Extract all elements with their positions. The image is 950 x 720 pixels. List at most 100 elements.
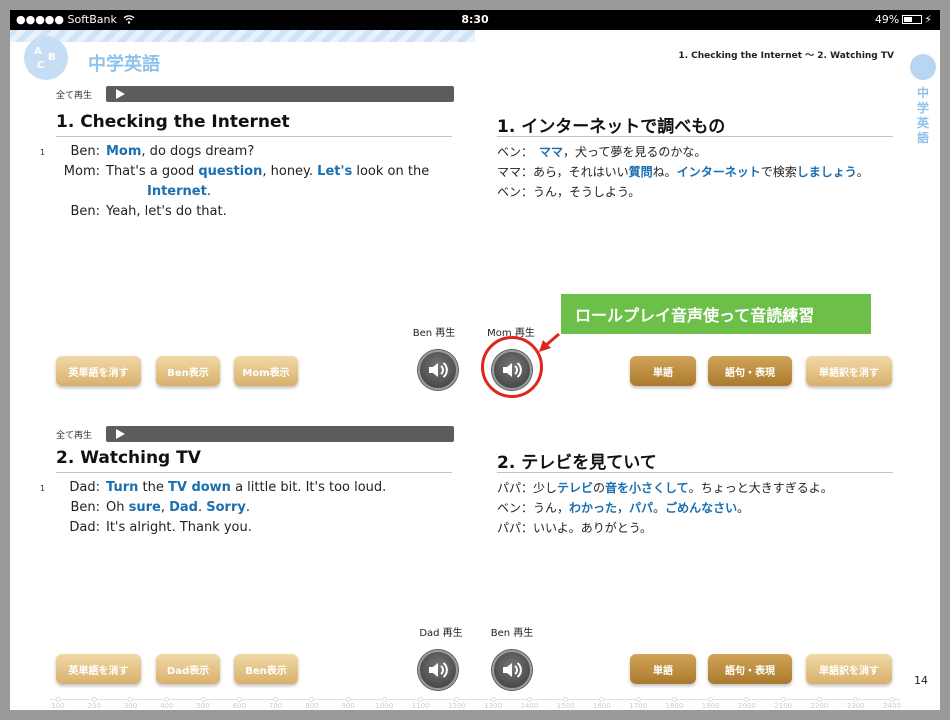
highlight-ring (481, 336, 543, 398)
scrubber-tick[interactable]: 1100 (401, 696, 441, 710)
chapter-range: 1. Checking the Internet ～ 2. Watching T… (678, 51, 894, 61)
scrubber-tick[interactable]: 1400 (509, 696, 549, 710)
vocab-word[interactable]: 音を小さくして (605, 481, 689, 495)
scrubber-tick[interactable]: 1300 (473, 696, 513, 710)
words-button[interactable]: 単語 (630, 654, 696, 684)
ben-play-label: Ben 再生 (490, 628, 534, 639)
scrubber-tick[interactable]: 700 (256, 696, 296, 710)
scrubber-tick[interactable]: 1000 (364, 696, 404, 710)
scrubber-tick[interactable]: 2000 (727, 696, 767, 710)
section1-title-en: 1. Checking the Internet (56, 112, 290, 132)
phrases-button[interactable]: 語句・表現 (708, 356, 792, 386)
vocab-word[interactable]: しましょう (797, 165, 857, 179)
scrubber-tick[interactable]: 1900 (691, 696, 731, 710)
page-number: 14 (914, 674, 928, 687)
vocab-word[interactable]: sure (129, 500, 161, 515)
ben-play-button[interactable] (418, 350, 458, 390)
vocab-word[interactable]: Mom (106, 144, 141, 159)
vocab-word[interactable]: テレビ (557, 481, 593, 495)
dialogue-text: Oh (106, 500, 129, 515)
dialogue-text: ね。 (652, 165, 677, 179)
show-dad-button[interactable]: Dad表示 (156, 654, 220, 684)
dialogue-text: の (593, 481, 606, 495)
scrubber-tick[interactable]: 2300 (836, 696, 876, 710)
dad-play-label: Dad 再生 (419, 628, 463, 639)
dialogue-text: ベン： (497, 145, 540, 159)
vocab-word[interactable]: インターネット (677, 165, 761, 179)
clock: 8:30 (461, 13, 489, 26)
dialogue-text: , honey. (262, 164, 318, 179)
title-divider (497, 136, 893, 137)
vocab-word[interactable]: ごめんなさい (665, 501, 737, 515)
speaker-name: Mom: (63, 164, 100, 179)
speaker-icon (429, 662, 448, 678)
scrubber-tick[interactable]: 800 (292, 696, 332, 710)
dialogue-text: . (206, 184, 211, 199)
show-ben-button[interactable]: Ben表示 (156, 356, 220, 386)
vocab-word[interactable]: ママ (539, 145, 563, 159)
scrubber-tick[interactable]: 2100 (763, 696, 803, 710)
vocab-word[interactable]: TV down (168, 480, 231, 495)
scrubber-tick[interactable]: 1500 (546, 696, 586, 710)
vocab-word[interactable]: Internet (147, 184, 207, 199)
dialogue-line-ja: ベン：うん，そうしよう。 (497, 182, 869, 202)
vocab-word[interactable]: わかった (569, 501, 617, 515)
scrubber-tick[interactable]: 400 (147, 696, 187, 710)
section2-title-en: 2. Watching TV (56, 448, 201, 468)
dialogue-text: Yeah, let's do that. (106, 204, 227, 219)
vocab-word[interactable]: Sorry (206, 500, 246, 515)
scrubber-tick[interactable]: 500 (183, 696, 223, 710)
vocab-word[interactable]: Let's (317, 164, 352, 179)
hide-english-words-button[interactable]: 英単語を消す (56, 356, 141, 386)
vocab-word[interactable]: Dad (169, 500, 198, 515)
line-number: 1 (40, 484, 46, 493)
scrubber-tick[interactable]: 100 (38, 696, 78, 710)
phrases-button[interactable]: 語句・表現 (708, 654, 792, 684)
dialogue-line: Dad: Turn the TV down a little bit. It's … (56, 478, 386, 498)
page-scrubber[interactable]: 100 200 300 400 500 600 700 800 900 1000 1100 1200 1… (50, 696, 901, 710)
scrubber-tick[interactable]: 300 (111, 696, 151, 710)
line-number: 1 (40, 148, 46, 157)
battery-icon (902, 15, 923, 24)
dialogue-text: look on the (352, 164, 430, 179)
speaker-name: Dad: (69, 520, 100, 535)
abc-logo-icon: A B C (24, 36, 68, 80)
play-all-bar[interactable] (106, 86, 454, 102)
scrubber-tick[interactable]: 900 (328, 696, 368, 710)
scrubber-tick[interactable]: 200 (74, 696, 114, 710)
scrubber-tick[interactable]: 600 (219, 696, 259, 710)
scrubber-tick[interactable]: 2400 (872, 696, 912, 710)
play-all-bar[interactable] (106, 426, 454, 442)
scrubber-tick[interactable]: 1200 (437, 696, 477, 710)
dialogue-line: Dad: It's alright. Thank you. (56, 518, 386, 538)
ben-play-button[interactable] (492, 650, 532, 690)
show-ben-button[interactable]: Ben表示 (234, 654, 298, 684)
speaker-name: Ben: (70, 144, 100, 159)
play-icon (116, 89, 125, 99)
dad-play-button[interactable] (418, 650, 458, 690)
side-index-tab[interactable]: 中学英語 (906, 54, 940, 148)
dialogue-text: ベン：うん， (497, 501, 570, 515)
dialogue-text: パパ：少し (497, 481, 558, 495)
hide-translation-button[interactable]: 単語訳を消す (806, 654, 892, 684)
dialogue-line: Ben: Oh sure, Dad. Sorry. (56, 498, 386, 518)
title-divider (56, 136, 452, 137)
header-stripe (10, 30, 475, 42)
side-tab-label: 中学英語 (916, 86, 929, 145)
scrubber-tick[interactable]: 1700 (618, 696, 658, 710)
scrubber-tick[interactable]: 2200 (799, 696, 839, 710)
dialogue-text: パパ：いいよ。ありがとう。 (497, 521, 653, 535)
vocab-word[interactable]: question (198, 164, 262, 179)
scrubber-tick[interactable]: 1800 (654, 696, 694, 710)
scrubber-tick[interactable]: 1600 (582, 696, 622, 710)
vocab-word[interactable]: Turn (106, 480, 138, 495)
play-all-label: 全て再生 (56, 91, 93, 101)
section2-dialogue-ja: パパ：少しテレビの音を小さくして。ちょっと大きすぎるよ。 ベン：うん，わかった，パ… (497, 478, 833, 538)
vocab-word[interactable]: パパ (629, 501, 653, 515)
title-divider (497, 472, 893, 473)
hide-english-words-button[interactable]: 英単語を消す (56, 654, 141, 684)
hide-translation-button[interactable]: 単語訳を消す (806, 356, 892, 386)
show-mom-button[interactable]: Mom表示 (234, 356, 298, 386)
vocab-word[interactable]: 質問 (629, 165, 653, 179)
words-button[interactable]: 単語 (630, 356, 696, 386)
